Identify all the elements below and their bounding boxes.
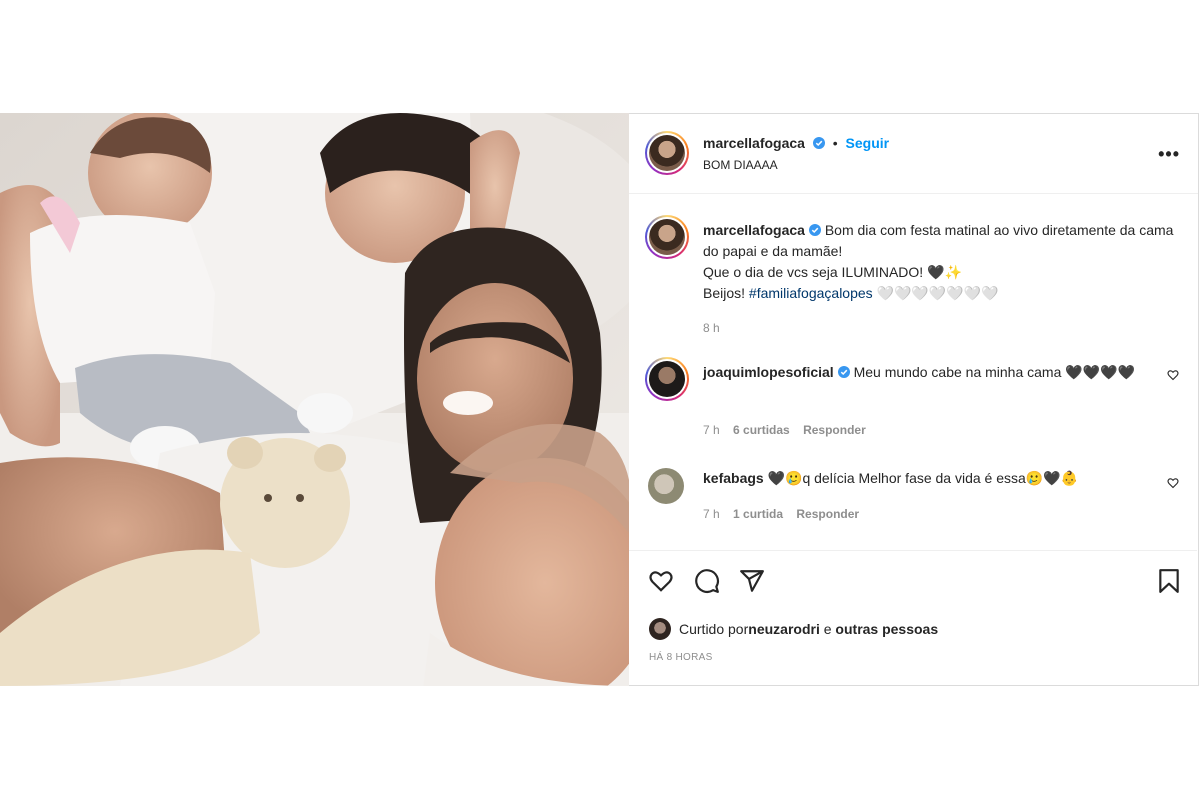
liked-by: Curtido por neuzarodri e outras pessoas [649, 618, 938, 640]
comments-section: marcellafogaca Bom dia com festa matinal… [629, 194, 1197, 550]
caption-author[interactable]: marcellafogaca [703, 222, 805, 238]
separator-dot: • [832, 135, 838, 151]
comment-icon[interactable] [694, 568, 720, 594]
comment-body: 🖤🥲q delícia Melhor fase da vida é essa🥲🖤… [767, 470, 1079, 486]
caption-author-avatar[interactable] [645, 215, 689, 259]
comment-text: joaquimlopesoficial Meu mundo cabe na mi… [703, 362, 1141, 383]
verified-badge-icon [837, 366, 850, 378]
header-user-line: marcellafogaca • Seguir [703, 135, 889, 151]
caption-text: marcellafogaca Bom dia com festa matinal… [703, 220, 1181, 304]
post-photo[interactable] [0, 113, 629, 686]
family-selfie-image [0, 113, 629, 686]
follow-button[interactable]: Seguir [846, 135, 890, 151]
liker-avatar[interactable] [649, 618, 671, 640]
share-icon[interactable] [739, 568, 765, 594]
comment-body: Meu mundo cabe na minha cama 🖤🖤🖤🖤 [853, 364, 1135, 380]
commenter-username[interactable]: kefabags [703, 470, 764, 486]
comment-item: kefabags 🖤🥲q delícia Melhor fase da vida… [645, 465, 1181, 545]
liked-by-others[interactable]: outras pessoas [835, 621, 938, 637]
comment-time[interactable]: 7 h [703, 507, 720, 521]
caption-time[interactable]: 8 h [703, 321, 720, 335]
comment-text: kefabags 🖤🥲q delícia Melhor fase da vida… [703, 468, 1141, 489]
comment-likes[interactable]: 1 curtida [733, 507, 783, 521]
comment-item: joaquimlopesoficial Meu mundo cabe na mi… [645, 357, 1181, 437]
like-comment-heart-icon[interactable] [1167, 369, 1179, 381]
like-comment-heart-icon[interactable] [1167, 477, 1179, 489]
commenter-username[interactable]: joaquimlopesoficial [703, 364, 834, 380]
post-location[interactable]: BOM DIAAAA [703, 158, 778, 172]
caption-line-3-prefix: Beijos! [703, 285, 749, 301]
caption: marcellafogaca Bom dia com festa matinal… [645, 215, 1181, 335]
author-username[interactable]: marcellafogaca [703, 135, 805, 151]
post-timestamp[interactable]: HÁ 8 HORAS [649, 652, 713, 663]
liked-by-prefix: Curtido por [679, 621, 749, 637]
comment-meta: 7 h 6 curtidas Responder [703, 423, 876, 437]
comment-time[interactable]: 7 h [703, 423, 720, 437]
heart-icon[interactable] [648, 568, 674, 594]
comment-meta: 7 h 1 curtida Responder [703, 507, 869, 521]
reply-button[interactable]: Responder [796, 507, 859, 521]
verified-badge-icon [812, 137, 825, 149]
verified-badge-icon [808, 224, 821, 236]
instagram-post: marcellafogaca • Seguir BOM DIAAAA ••• m… [0, 113, 1200, 686]
author-avatar[interactable] [645, 131, 689, 175]
comment-likes[interactable]: 6 curtidas [733, 423, 790, 437]
reply-button[interactable]: Responder [803, 423, 866, 437]
liked-by-user[interactable]: neuzarodri [748, 621, 820, 637]
caption-line-2: Que o dia de vcs seja ILUMINADO! 🖤✨ [703, 264, 962, 280]
liked-by-mid: e [819, 621, 836, 637]
post-actions: Curtido por neuzarodri e outras pessoas … [629, 550, 1197, 686]
more-options-icon[interactable]: ••• [1158, 144, 1180, 165]
commenter-avatar[interactable] [645, 357, 689, 401]
post-header: marcellafogaca • Seguir BOM DIAAAA ••• [629, 114, 1198, 194]
bookmark-icon[interactable] [1156, 568, 1182, 594]
caption-meta: 8 h [703, 321, 730, 335]
commenter-avatar[interactable] [648, 468, 684, 504]
caption-line-3-suffix: 🤍🤍🤍🤍🤍🤍🤍 [872, 285, 999, 301]
post-side-panel: marcellafogaca • Seguir BOM DIAAAA ••• m… [629, 113, 1199, 686]
hashtag-link[interactable]: #familiafogaçalopes [749, 285, 873, 301]
